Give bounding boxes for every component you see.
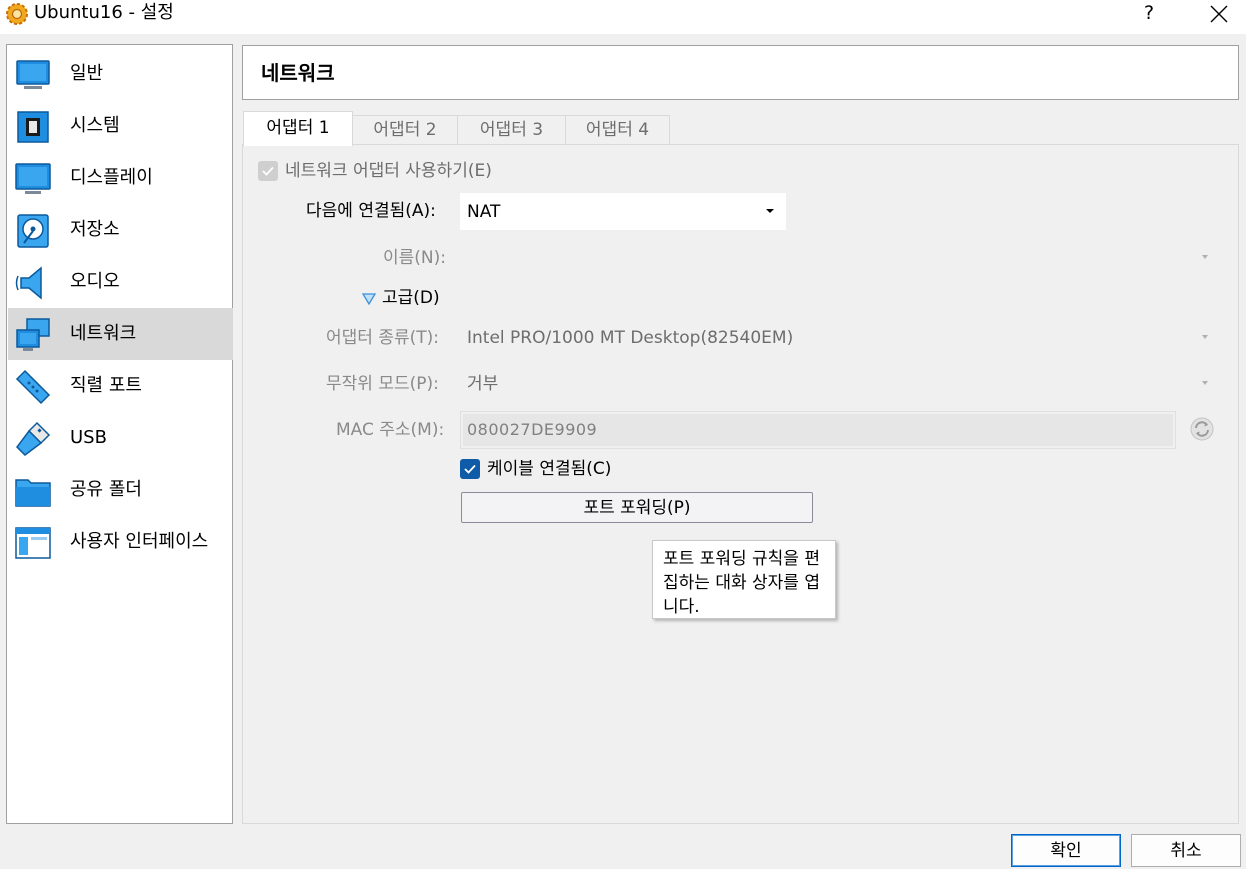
sidebar-item-general[interactable]: 일반 bbox=[8, 48, 233, 100]
chevron-down-icon bbox=[1202, 381, 1208, 385]
tab-adapter-3[interactable]: 어댑터 3 bbox=[457, 115, 566, 145]
refresh-mac-icon[interactable] bbox=[1190, 417, 1214, 441]
sidebar-item-label: 네트워크 bbox=[70, 323, 137, 344]
checkmark-icon bbox=[262, 166, 274, 176]
mac-address-field[interactable]: 080027DE9909 bbox=[460, 411, 1176, 449]
section-header: 네트워크 bbox=[242, 45, 1239, 100]
audio-speaker-icon bbox=[15, 266, 42, 300]
title-bar: Ubuntu16 - 설정 ? bbox=[0, 0, 1246, 34]
serial-port-icon bbox=[15, 369, 51, 405]
shared-folder-icon bbox=[15, 479, 51, 507]
cable-connected-checkbox[interactable] bbox=[460, 459, 480, 479]
sidebar-item-serial-ports[interactable]: 직렬 포트 bbox=[8, 360, 233, 412]
sidebar-item-network[interactable]: 네트워크 bbox=[8, 308, 233, 360]
sidebar-item-label: 일반 bbox=[70, 63, 104, 84]
general-monitor-icon bbox=[16, 60, 50, 89]
sidebar-item-label: 공유 폴더 bbox=[70, 479, 142, 500]
ok-button[interactable]: 확인 bbox=[1011, 834, 1121, 867]
storage-disk-icon bbox=[17, 214, 49, 248]
sidebar-item-label: 시스템 bbox=[70, 115, 120, 136]
chevron-down-icon bbox=[1202, 255, 1208, 259]
help-button[interactable]: ? bbox=[1126, 0, 1172, 28]
promiscuous-mode-select[interactable]: 거부 bbox=[460, 365, 1222, 402]
sidebar-item-system[interactable]: 시스템 bbox=[8, 100, 233, 152]
mac-address-label: MAC 주소(M): bbox=[336, 420, 445, 440]
mac-address-value: 080027DE9909 bbox=[467, 420, 598, 439]
page-title: 네트워크 bbox=[261, 61, 335, 85]
sidebar-item-storage[interactable]: 저장소 bbox=[8, 204, 233, 256]
sidebar-item-label: 오디오 bbox=[70, 271, 120, 292]
sidebar-item-shared-folders[interactable]: 공유 폴더 bbox=[8, 464, 233, 516]
enable-adapter-label: 네트워크 어댑터 사용하기(E) bbox=[285, 161, 492, 181]
chevron-down-icon bbox=[766, 209, 774, 213]
close-icon bbox=[1210, 5, 1228, 23]
sidebar-item-label: 사용자 인터페이스 bbox=[70, 531, 209, 552]
cable-connected-label: 케이블 연결됨(C) bbox=[487, 459, 612, 479]
promiscuous-mode-label: 무작위 모드(P): bbox=[326, 374, 439, 394]
sidebar-item-label: 저장소 bbox=[70, 219, 120, 240]
display-monitor-icon bbox=[15, 163, 51, 194]
port-forwarding-tooltip: 포트 포워딩 규칙을 편집하는 대화 상자를 엽니다. bbox=[652, 540, 836, 619]
adapter-type-value: Intel PRO/1000 MT Desktop(82540EM) bbox=[467, 328, 794, 348]
name-label: 이름(N): bbox=[383, 248, 446, 268]
user-interface-icon bbox=[15, 527, 51, 559]
window-title: Ubuntu16 - 설정 bbox=[34, 2, 174, 23]
sidebar-item-user-interface[interactable]: 사용자 인터페이스 bbox=[8, 516, 233, 568]
attached-to-label: 다음에 연결됨(A): bbox=[306, 201, 436, 221]
checkmark-icon bbox=[464, 464, 476, 474]
expand-triangle-icon bbox=[362, 293, 376, 305]
adapter-type-label: 어댑터 종류(T): bbox=[326, 328, 439, 348]
tab-adapter-2[interactable]: 어댑터 2 bbox=[352, 115, 458, 145]
tab-adapter-1[interactable]: 어댑터 1 bbox=[243, 111, 353, 146]
sidebar-item-display[interactable]: 디스플레이 bbox=[8, 152, 233, 204]
cancel-button[interactable]: 취소 bbox=[1131, 834, 1241, 867]
network-icon bbox=[16, 318, 50, 351]
sidebar-item-label: USB bbox=[70, 427, 107, 448]
attached-to-select[interactable]: NAT bbox=[460, 193, 786, 230]
sidebar-item-usb[interactable]: USB bbox=[8, 412, 233, 464]
settings-sidebar: 일반 시스템 디스플레이 저장소 오디오 네트워크 직렬 포트 USB 공유 폴… bbox=[6, 44, 233, 824]
sidebar-item-audio[interactable]: 오디오 bbox=[8, 256, 233, 308]
name-select[interactable] bbox=[460, 239, 1222, 276]
port-forwarding-button[interactable]: 포트 포워딩(P) bbox=[461, 492, 813, 523]
close-button[interactable] bbox=[1196, 0, 1242, 28]
enable-adapter-checkbox[interactable] bbox=[258, 161, 278, 181]
attached-to-value: NAT bbox=[467, 202, 501, 222]
chevron-down-icon bbox=[1202, 335, 1208, 339]
tab-adapter-4[interactable]: 어댑터 4 bbox=[565, 115, 670, 145]
system-chip-icon bbox=[17, 111, 49, 143]
usb-icon bbox=[16, 421, 51, 456]
virtualbox-gear-icon bbox=[6, 3, 28, 25]
promiscuous-mode-value: 거부 bbox=[467, 374, 499, 394]
advanced-label: 고급(D) bbox=[382, 288, 440, 308]
sidebar-item-label: 직렬 포트 bbox=[70, 375, 142, 396]
adapter-type-select[interactable]: Intel PRO/1000 MT Desktop(82540EM) bbox=[460, 319, 1222, 356]
sidebar-item-label: 디스플레이 bbox=[70, 167, 153, 188]
